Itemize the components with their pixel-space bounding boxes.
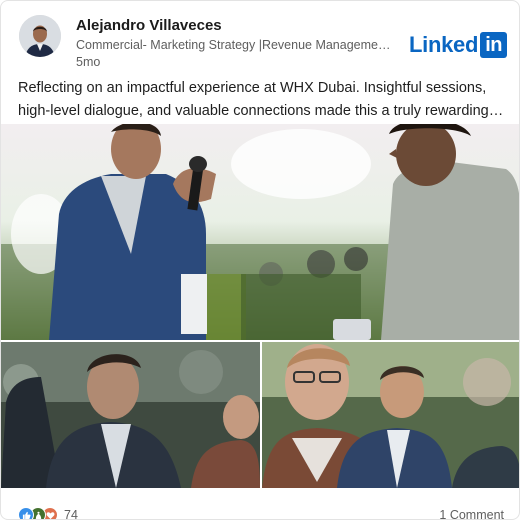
comments-count-link[interactable]: 1 Comment [439, 508, 504, 519]
post-timestamp: 5mo [76, 55, 101, 69]
audience-man-suit-image [1, 342, 260, 488]
photo-audience-right[interactable] [262, 342, 519, 488]
reaction-count: 74 [64, 508, 78, 520]
author-avatar[interactable] [19, 15, 61, 57]
post-social-bar: 74 1 Comment [1, 493, 519, 520]
avatar-photo [19, 15, 61, 57]
post-header: Alejandro Villaveces Commercial- Marketi… [1, 1, 519, 73]
like-icon [18, 507, 34, 519]
post-body-text[interactable]: Reflecting on an impactful experience at… [18, 77, 508, 123]
reactions-summary[interactable]: 74 [18, 507, 78, 520]
linkedin-logo[interactable]: Linked in [409, 32, 508, 58]
post-text-line: high-level dialogue, and valuable connec… [18, 103, 504, 119]
conference-conversation-image [1, 124, 519, 340]
photo-grid [1, 124, 519, 488]
post-card: Alejandro Villaveces Commercial- Marketi… [0, 0, 520, 520]
logo-in-badge: in [480, 32, 508, 58]
audience-man-glasses-image [262, 342, 519, 488]
photo-main[interactable] [1, 124, 519, 340]
post-text-line: Reflecting on an impactful experience at… [18, 80, 487, 96]
author-headline: Commercial- Marketing Strategy |Revenue … [76, 38, 394, 52]
photo-audience-left[interactable] [1, 342, 260, 488]
author-name[interactable]: Alejandro Villaveces [76, 17, 222, 34]
logo-wordmark: Linked [409, 32, 479, 57]
